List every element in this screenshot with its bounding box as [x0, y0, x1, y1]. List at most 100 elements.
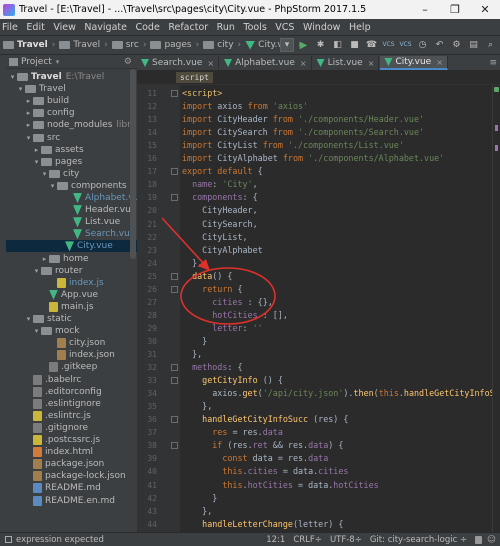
- tab-city-vue[interactable]: City.vue ×: [380, 56, 448, 70]
- fold-marker-icon[interactable]: [171, 377, 178, 385]
- vcs-commit-button[interactable]: VCS: [398, 38, 413, 52]
- vcs-branch[interactable]: Git: city-search-logic ÷: [370, 535, 467, 545]
- menu-navigate[interactable]: Navigate: [84, 22, 127, 33]
- close-tab-icon[interactable]: ×: [207, 59, 214, 68]
- menu-tools[interactable]: Tools: [243, 22, 266, 33]
- chevron-down-icon[interactable]: ▾: [32, 267, 41, 275]
- menu-run[interactable]: Run: [217, 22, 235, 33]
- line-separator[interactable]: CRLF÷: [293, 535, 322, 545]
- settings-button[interactable]: ⚙: [449, 38, 464, 52]
- tab-alphabet-vue[interactable]: Alphabet.vue ×: [220, 56, 312, 70]
- error-marker[interactable]: [495, 125, 498, 131]
- menu-vcs[interactable]: VCS: [275, 22, 294, 33]
- tab-search-vue[interactable]: Search.vue ×: [137, 56, 220, 70]
- chevron-down-icon[interactable]: ▾: [16, 85, 25, 93]
- tree-item-alphabet-vue[interactable]: Alphabet.vue: [6, 192, 137, 204]
- minimize-button[interactable]: –: [410, 3, 440, 16]
- tree-item-postcssrc-js[interactable]: .postcssrc.js: [6, 434, 137, 446]
- tree-item-city-json[interactable]: city.json: [6, 337, 137, 349]
- menu-refactor[interactable]: Refactor: [168, 22, 208, 33]
- tab-list-vue[interactable]: List.vue ×: [313, 56, 380, 70]
- tree-item-index-js[interactable]: index.js: [6, 277, 137, 289]
- menu-view[interactable]: View: [53, 22, 76, 33]
- project-view-select[interactable]: Project: [21, 57, 52, 67]
- project-scrollbar[interactable]: [130, 69, 136, 259]
- menu-help[interactable]: Help: [349, 22, 371, 33]
- stop-button[interactable]: ■: [347, 38, 362, 52]
- tree-item-main-js[interactable]: main.js: [6, 301, 137, 313]
- close-tab-icon[interactable]: ×: [300, 59, 307, 68]
- menu-window[interactable]: Window: [303, 22, 340, 33]
- fold-marker-icon[interactable]: [171, 416, 178, 424]
- run-button[interactable]: ▶: [296, 38, 311, 52]
- lock-icon[interactable]: [475, 535, 483, 544]
- tree-item-eslintrc-js[interactable]: .eslintrc.js: [6, 410, 137, 422]
- breadcrumb-travel[interactable]: Travel ›: [59, 40, 108, 50]
- run-config-select[interactable]: ▾: [280, 38, 294, 52]
- hector-icon[interactable]: ☺: [487, 535, 496, 545]
- tab-list-button[interactable]: ≡: [489, 58, 497, 68]
- chevron-right-icon[interactable]: ▸: [32, 146, 41, 154]
- tree-item-assets[interactable]: ▸ assets: [6, 144, 137, 156]
- chevron-down-icon[interactable]: ▾: [24, 134, 33, 142]
- breadcrumb-city[interactable]: city ›: [203, 40, 241, 50]
- tree-item-gitignore[interactable]: .gitignore: [6, 422, 137, 434]
- fold-marker-icon[interactable]: [171, 272, 178, 280]
- caret-position[interactable]: 12:1: [266, 535, 285, 545]
- tree-item-components[interactable]: ▾ components: [6, 180, 137, 192]
- tool-windows-icon[interactable]: [5, 536, 12, 543]
- fold-marker-icon[interactable]: [171, 442, 178, 450]
- chevron-down-icon[interactable]: ▾: [32, 327, 41, 335]
- tree-item-router[interactable]: ▾ router: [6, 265, 137, 277]
- fold-marker-icon[interactable]: [171, 364, 178, 372]
- file-encoding[interactable]: UTF-8÷: [330, 535, 362, 545]
- tree-item-index-html[interactable]: index.html: [6, 446, 137, 458]
- fold-marker-icon[interactable]: [171, 168, 178, 176]
- tree-item-search-vue[interactable]: Search.vue: [6, 228, 137, 240]
- tree-item-static[interactable]: ▾ static: [6, 313, 137, 325]
- history-button[interactable]: ◷: [415, 38, 430, 52]
- tree-item-package-lock-json[interactable]: package-lock.json: [6, 470, 137, 482]
- tree-item-build[interactable]: ▸ build: [6, 95, 137, 107]
- vcs-update-button[interactable]: VCS: [381, 38, 396, 52]
- tree-item-header-vue[interactable]: Header.vue: [6, 204, 137, 216]
- menu-file[interactable]: File: [2, 22, 18, 33]
- chevron-down-icon[interactable]: ▾: [48, 182, 57, 190]
- search-everywhere-button[interactable]: ⌕: [483, 38, 498, 52]
- chevron-right-icon[interactable]: ▸: [40, 255, 49, 263]
- editor-breadcrumb-script[interactable]: script: [176, 72, 213, 83]
- tree-item-eslintignore[interactable]: .eslintignore: [6, 398, 137, 410]
- chevron-right-icon[interactable]: ▸: [24, 109, 33, 117]
- code-editor[interactable]: <script> import axios from 'axios' import …: [180, 85, 492, 532]
- tree-item-index-json[interactable]: index.json: [6, 349, 137, 361]
- fold-marker-icon[interactable]: [171, 90, 178, 97]
- tree-item-config[interactable]: ▸ config: [6, 107, 137, 119]
- tree-item-home[interactable]: ▸ home: [6, 253, 137, 265]
- breadcrumb-pages[interactable]: pages ›: [150, 40, 199, 50]
- tree-item-list-vue[interactable]: List.vue: [6, 216, 137, 228]
- tree-item-babelrc[interactable]: .babelrc: [6, 374, 137, 386]
- chevron-down-icon[interactable]: ▾: [24, 315, 33, 323]
- chevron-down-icon[interactable]: ▾: [40, 170, 49, 178]
- close-tab-icon[interactable]: ×: [436, 58, 443, 67]
- tree-item-readme-md[interactable]: README.md: [6, 482, 137, 494]
- gear-icon[interactable]: ⚙: [124, 57, 132, 67]
- chevron-down-icon[interactable]: ▾: [8, 73, 17, 81]
- tree-item-travel[interactable]: ▾ Travel E:\Travel: [6, 71, 137, 83]
- debug-button[interactable]: ✱: [313, 38, 328, 52]
- tree-item-app-vue[interactable]: App.vue: [6, 289, 137, 301]
- undo-button[interactable]: ↶: [432, 38, 447, 52]
- tree-item-city-vue[interactable]: City.vue: [6, 240, 137, 253]
- tree-item-city[interactable]: ▾ city: [6, 168, 137, 180]
- breadcrumb-travel-root[interactable]: Travel ›: [3, 40, 55, 50]
- tree-item-gitkeep[interactable]: .gitkeep: [6, 361, 137, 373]
- close-button[interactable]: ✕: [470, 3, 500, 16]
- tree-item-travel[interactable]: ▾ Travel: [6, 83, 137, 95]
- error-marker[interactable]: [495, 145, 498, 151]
- maximize-button[interactable]: ❐: [440, 3, 470, 16]
- close-tab-icon[interactable]: ×: [368, 59, 375, 68]
- breadcrumb-src[interactable]: src ›: [111, 40, 146, 50]
- tree-item-pages[interactable]: ▾ pages: [6, 156, 137, 168]
- chevron-right-icon[interactable]: ▸: [24, 97, 33, 105]
- tree-item-mock[interactable]: ▾ mock: [6, 325, 137, 337]
